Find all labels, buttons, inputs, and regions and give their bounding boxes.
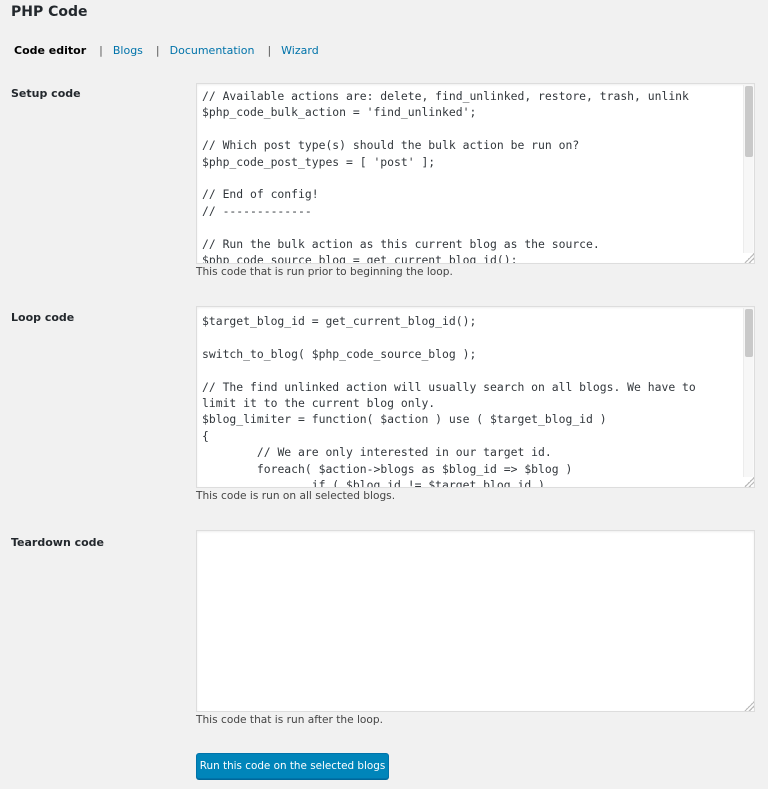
subnav-separator: | (155, 44, 160, 57)
loop-code-text[interactable]: $target_blog_id = get_current_blog_id();… (197, 307, 754, 487)
subnav-code-editor[interactable]: Code editor (14, 44, 86, 57)
subnav-wizard[interactable]: Wizard (281, 44, 319, 57)
teardown-code-text[interactable] (197, 531, 754, 535)
subnav-documentation[interactable]: Documentation (170, 44, 255, 57)
teardown-code-label: Teardown code (11, 536, 105, 549)
loop-scrollbar[interactable] (743, 308, 753, 477)
subnav-blogs[interactable]: Blogs (113, 44, 143, 57)
resize-grip-icon[interactable] (744, 253, 754, 263)
run-code-button[interactable]: Run this code on the selected blogs (196, 753, 389, 779)
page-title: PHP Code (11, 4, 88, 20)
resize-grip-icon[interactable] (744, 477, 754, 487)
setup-code-label: Setup code (11, 87, 81, 100)
loop-code-editor[interactable]: $target_blog_id = get_current_blog_id();… (196, 306, 755, 488)
loop-scroll-thumb[interactable] (745, 309, 753, 357)
subnav-separator: | (99, 44, 103, 57)
resize-grip-icon[interactable] (744, 701, 754, 711)
setup-code-editor[interactable]: // Available actions are: delete, find_u… (196, 83, 755, 264)
subnav: Code editor | Blogs | Documentation | Wizard (14, 44, 319, 57)
teardown-code-editor[interactable] (196, 530, 755, 712)
setup-scrollbar[interactable] (743, 85, 753, 253)
loop-code-label: Loop code (11, 311, 75, 324)
loop-code-description: This code is run on all selected blogs. (196, 490, 396, 502)
subnav-separator: | (267, 44, 272, 57)
setup-scroll-thumb[interactable] (745, 86, 753, 157)
setup-code-description: This code that is run prior to beginning… (196, 266, 453, 278)
setup-code-text[interactable]: // Available actions are: delete, find_u… (197, 84, 754, 263)
teardown-code-description: This code that is run after the loop. (196, 714, 383, 726)
